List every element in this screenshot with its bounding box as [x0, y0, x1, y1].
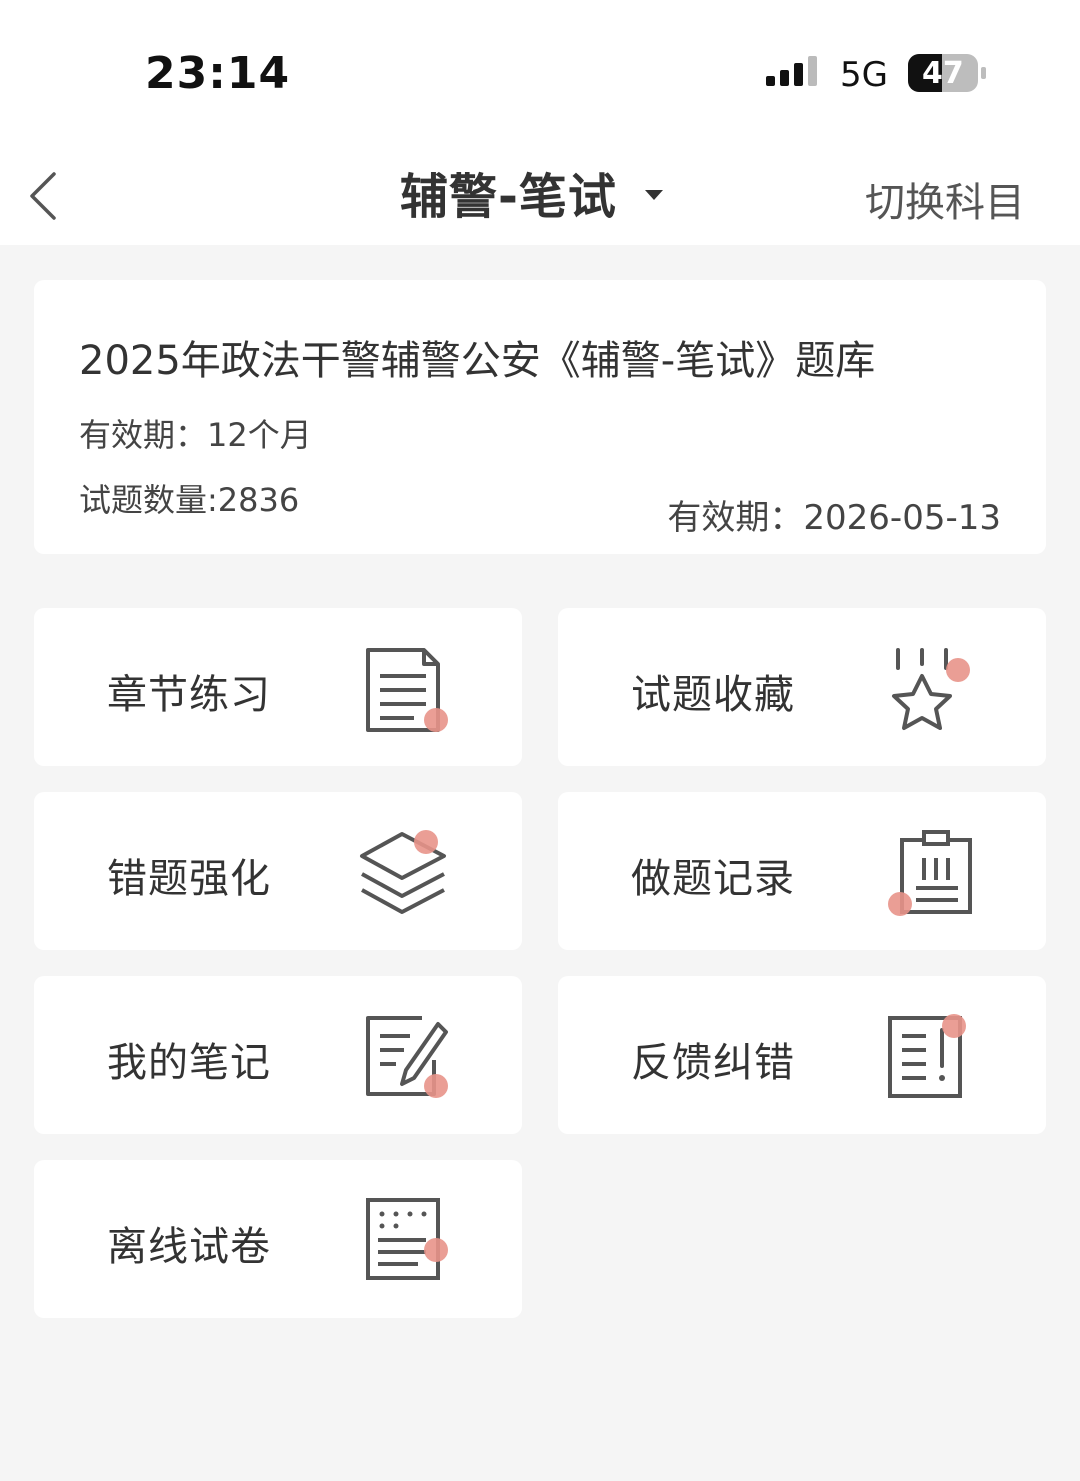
tile-chapter-practice[interactable]: 章节练习 [34, 608, 522, 766]
back-button[interactable] [22, 168, 70, 224]
network-label: 5G [840, 55, 888, 95]
tile-wrong-questions[interactable]: 错题强化 [34, 792, 522, 950]
tile-label: 我的笔记 [107, 1040, 271, 1086]
bank-info-card: 2025年政法干警辅警公安《辅警-笔试》题库 有效期：12个月 试题数量:283… [34, 280, 1046, 554]
bank-title: 2025年政法干警辅警公安《辅警-笔试》题库 [79, 338, 876, 384]
page-title: 辅警-笔试 [400, 169, 617, 225]
caret-down-icon [644, 190, 663, 200]
tile-label: 章节练习 [107, 672, 271, 718]
subject-selector[interactable]: 辅警-笔试 [400, 160, 663, 225]
tile-label: 反馈纠错 [631, 1040, 795, 1086]
status-time: 23:14 [145, 48, 291, 99]
layers-icon [360, 830, 446, 914]
signal-icon [766, 56, 817, 86]
chevron-left-icon [30, 172, 56, 220]
document-icon [366, 648, 448, 732]
offline-paper-icon [366, 1198, 448, 1280]
top-bar: 23:14 5G 47 辅警-笔试 切换科目 [0, 0, 1080, 245]
tile-label: 离线试卷 [107, 1224, 271, 1270]
clipboard-icon [888, 830, 972, 916]
tile-feedback[interactable]: 反馈纠错 [558, 976, 1046, 1134]
tile-offline-papers[interactable]: 离线试卷 [34, 1160, 522, 1318]
star-icon [892, 648, 970, 730]
tile-practice-history[interactable]: 做题记录 [558, 792, 1046, 950]
tile-label: 试题收藏 [631, 672, 795, 718]
battery-level: 47 [922, 56, 964, 91]
expiry-date: 有效期：2026-05-13 [667, 498, 1001, 538]
tile-favorites[interactable]: 试题收藏 [558, 608, 1046, 766]
validity-period: 有效期：12个月 [79, 416, 312, 454]
note-pencil-icon [366, 1016, 448, 1098]
tile-my-notes[interactable]: 我的笔记 [34, 976, 522, 1134]
battery-icon: 47 [908, 54, 988, 92]
tile-label: 错题强化 [107, 856, 271, 902]
feedback-icon [888, 1014, 966, 1098]
tile-label: 做题记录 [631, 856, 795, 902]
question-count: 试题数量:2836 [79, 481, 300, 519]
switch-subject-button[interactable]: 切换科目 [865, 170, 1025, 228]
